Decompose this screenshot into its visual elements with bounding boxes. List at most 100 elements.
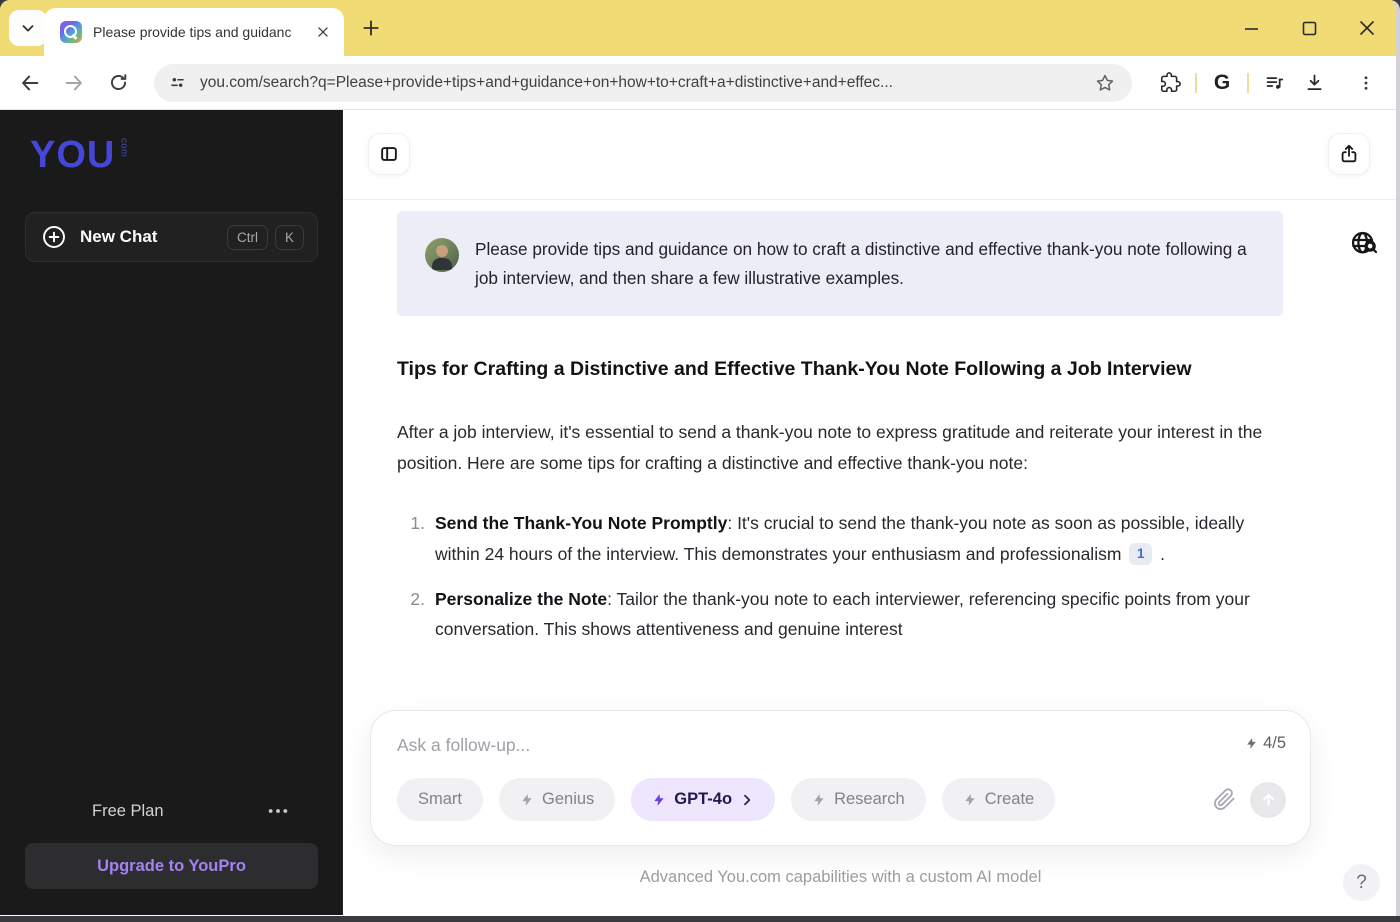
list-item: 2. Personalize the Note: Tailor the than… (397, 584, 1283, 645)
reload-icon (110, 74, 126, 91)
follow-up-input[interactable]: Ask a follow-up... (397, 732, 1245, 758)
youcom-favicon-icon (60, 21, 82, 43)
panel-left-icon (381, 147, 397, 161)
download-icon (1307, 74, 1321, 90)
plan-row: Free Plan (0, 801, 343, 821)
site-settings-icon[interactable] (162, 68, 192, 98)
composer-modes: Smart Genius GPT-4o Research Create (397, 778, 1286, 821)
toolbar-divider (1247, 72, 1249, 93)
downloads-button[interactable] (1294, 63, 1334, 103)
bolt-icon (654, 793, 664, 806)
chevron-right-icon (744, 794, 751, 805)
browser-titlebar: Please provide tips and guidanc (0, 0, 1396, 56)
logo-suffix: com (118, 138, 130, 158)
bolt-icon (522, 793, 532, 806)
plan-menu-button[interactable] (261, 801, 295, 821)
forward-button[interactable] (52, 63, 96, 103)
list-item-text: Send the Thank-You Note Promptly: It's c… (435, 508, 1283, 569)
list-item-after: . (1155, 543, 1166, 564)
maximize-icon (1302, 21, 1316, 35)
shortcut-keys: Ctrl K (226, 224, 304, 250)
playlist-music-icon (1266, 77, 1283, 89)
attach-file-button[interactable] (1211, 786, 1238, 813)
list-item-bold: Send the Thank-You Note Promptly (435, 513, 728, 534)
window-controls (1222, 0, 1396, 56)
share-icon (1341, 144, 1357, 163)
composer-top: Ask a follow-up... 4/5 (397, 732, 1286, 758)
bolt-icon (814, 793, 824, 806)
globe-search-icon (1351, 231, 1378, 254)
minimize-icon (1244, 27, 1258, 30)
chat-content: Please provide tips and guidance on how … (397, 200, 1283, 645)
extensions-button[interactable] (1150, 63, 1190, 103)
sidebar-toggle-button[interactable] (368, 133, 410, 175)
address-bar[interactable]: you.com/search?q=Please+provide+tips+and… (154, 63, 1132, 102)
tab-close-icon[interactable] (312, 21, 334, 43)
browser-tab[interactable]: Please provide tips and guidanc (44, 8, 344, 56)
main-topbar (343, 110, 1396, 200)
bolt-icon (1247, 738, 1256, 749)
list-item-text: Personalize the Note: Tailor the thank-y… (435, 584, 1283, 645)
new-tab-button[interactable] (356, 13, 386, 43)
composer-actions (1211, 781, 1286, 818)
list-item-bold: Personalize the Note (435, 588, 608, 609)
composer-footnote: Advanced You.com capabilities with a cus… (639, 868, 1042, 886)
answer-intro: After a job interview, it's essential to… (397, 422, 1263, 473)
arrow-up-icon (1262, 793, 1274, 807)
url-text: you.com/search?q=Please+provide+tips+and… (200, 73, 893, 91)
back-arrow-icon (22, 75, 39, 90)
maximize-button[interactable] (1280, 0, 1338, 56)
minimize-button[interactable] (1222, 0, 1280, 56)
quota-indicator: 4/5 (1245, 734, 1286, 753)
new-chat-label: New Chat (80, 227, 158, 246)
google-g-icon: G (1213, 70, 1231, 94)
send-button[interactable] (1250, 781, 1286, 818)
plus-circle-icon (43, 226, 65, 248)
web-search-button[interactable] (1346, 226, 1382, 262)
logo-text: YOU (30, 134, 116, 176)
youcom-logo[interactable]: YOU com (30, 136, 343, 174)
mode-label: Research (834, 790, 905, 808)
ellipsis-icon (268, 809, 288, 813)
list-item: 1. Send the Thank-You Note Promptly: It'… (397, 508, 1283, 569)
kebab-menu-icon (1364, 75, 1368, 90)
list-number: 1. (410, 513, 425, 534)
quota-text: 4/5 (1263, 734, 1286, 752)
toolbar-divider (1195, 72, 1197, 93)
upgrade-button[interactable]: Upgrade to YouPro (25, 843, 318, 889)
plan-label: Free Plan (92, 801, 164, 820)
puzzle-icon (1160, 72, 1181, 93)
tips-list: 1. Send the Thank-You Note Promptly: It'… (397, 508, 1283, 644)
new-chat-button[interactable]: New Chat Ctrl K (25, 212, 318, 262)
bookmark-star-icon[interactable] (1090, 68, 1120, 98)
follow-up-composer: Ask a follow-up... 4/5 Smart Genius GPT-… (370, 710, 1311, 846)
plus-icon (363, 20, 379, 36)
mode-genius-button[interactable]: Genius (499, 778, 616, 821)
reload-button[interactable] (96, 63, 140, 103)
mode-research-button[interactable]: Research (791, 778, 926, 821)
bolt-icon (965, 793, 975, 806)
ctrl-key: Ctrl (226, 224, 268, 250)
google-profile-button[interactable]: G (1202, 63, 1242, 103)
browser-menu-button[interactable] (1346, 63, 1386, 103)
mode-label: Smart (418, 790, 463, 808)
close-icon (1360, 21, 1374, 35)
mode-label: GPT-4o (674, 790, 733, 808)
list-number: 2. (410, 588, 425, 609)
browser-window: Please provide tips and guidanc you.com/… (0, 0, 1400, 916)
tab-search-button[interactable] (9, 10, 47, 46)
mode-smart-button[interactable]: Smart (397, 778, 484, 821)
share-button[interactable] (1328, 133, 1370, 175)
forward-arrow-icon (65, 75, 82, 90)
main-panel: Please provide tips and guidance on how … (343, 110, 1396, 915)
sidebar: YOU com New Chat Ctrl K Free Plan Upgrad… (0, 110, 343, 915)
back-button[interactable] (8, 63, 52, 103)
paperclip-icon (1214, 788, 1235, 810)
close-button[interactable] (1338, 0, 1396, 56)
mode-create-button[interactable]: Create (941, 778, 1056, 821)
citation-badge[interactable]: 1 (1129, 543, 1153, 566)
mode-label: Genius (542, 790, 595, 808)
mode-gpt4o-button[interactable]: GPT-4o (631, 778, 776, 821)
help-button[interactable]: ? (1343, 864, 1380, 901)
media-playlist-button[interactable] (1254, 63, 1294, 103)
